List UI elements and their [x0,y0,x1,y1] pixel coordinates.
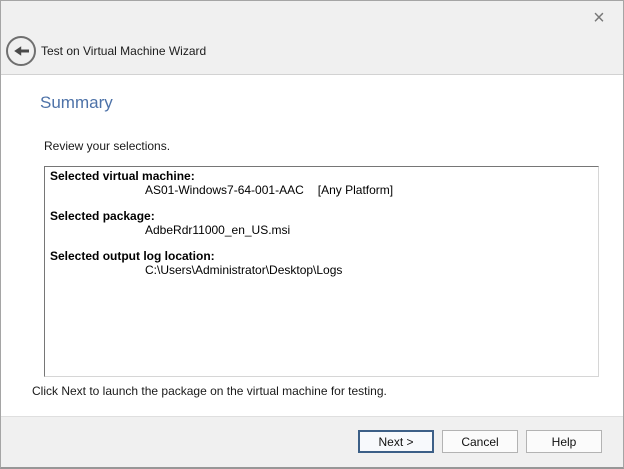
close-icon: × [593,8,605,28]
instruction-text: Review your selections. [44,139,170,153]
back-button[interactable] [6,36,36,66]
cancel-button[interactable]: Cancel [442,430,518,453]
summary-item-virtual-machine: Selected virtual machine: AS01-Windows7-… [50,169,594,197]
summary-item-package: Selected package: AdbeRdr11000_en_US.msi [50,209,594,237]
footnote-text: Click Next to launch the package on the … [32,384,387,398]
wizard-window: × Test on Virtual Machine Wizard Summary… [0,0,624,469]
summary-box: Selected virtual machine: AS01-Windows7-… [44,166,599,377]
wizard-title: Test on Virtual Machine Wizard [41,44,206,58]
close-button[interactable]: × [585,5,613,31]
summary-item-label: Selected output log location: [50,249,594,263]
summary-item-value: AS01-Windows7-64-001-AAC [145,183,304,197]
page-heading: Summary [40,93,113,113]
summary-item-value-row: C:\Users\Administrator\Desktop\Logs [50,263,594,277]
summary-item-value: C:\Users\Administrator\Desktop\Logs [145,263,342,277]
summary-item-value: AdbeRdr11000_en_US.msi [145,223,290,237]
help-button[interactable]: Help [526,430,602,453]
summary-item-platform: [Any Platform] [318,183,393,197]
wizard-header: × Test on Virtual Machine Wizard [1,1,623,75]
summary-item-value-row: AdbeRdr11000_en_US.msi [50,223,594,237]
summary-item-label: Selected virtual machine: [50,169,594,183]
button-bar: Next > Cancel Help [1,416,623,467]
summary-item-label: Selected package: [50,209,594,223]
back-arrow-icon [13,45,30,57]
summary-item-value-row: AS01-Windows7-64-001-AAC [Any Platform] [50,183,594,197]
summary-item-log-location: Selected output log location: C:\Users\A… [50,249,594,277]
next-button[interactable]: Next > [358,430,434,453]
